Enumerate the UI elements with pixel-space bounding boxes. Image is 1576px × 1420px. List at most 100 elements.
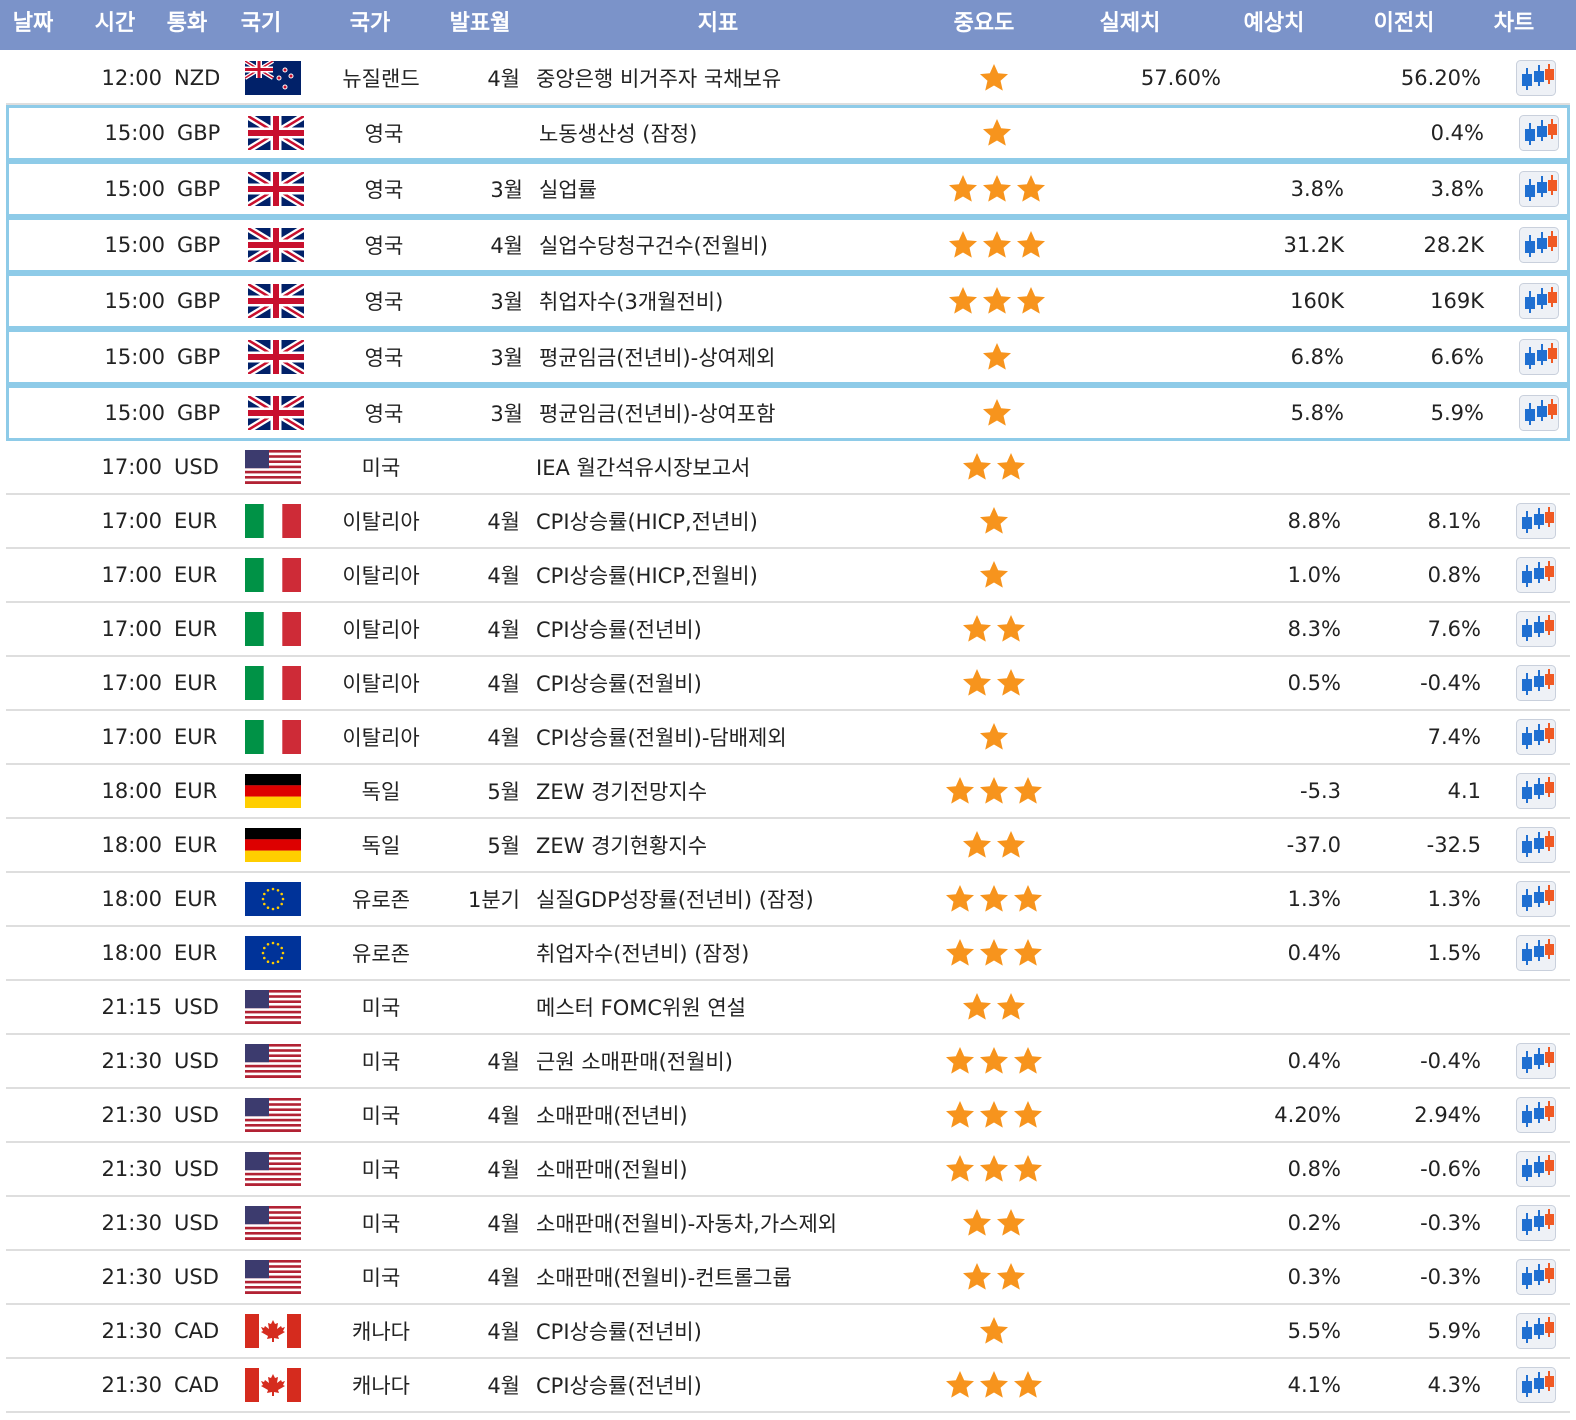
chart-icon[interactable] — [1516, 1097, 1556, 1133]
star-icon — [1012, 1099, 1044, 1131]
month-cell: 4월 — [487, 1158, 520, 1182]
table-row[interactable]: 17:00 EUR 이탈리아 4월 CPI상승률(HICP,전월비) 1.0% 0.8% — [6, 549, 1570, 603]
currency-cell: GBP — [177, 345, 221, 369]
chart-icon[interactable] — [1519, 395, 1559, 431]
chart-icon[interactable] — [1516, 1043, 1556, 1079]
star-icon — [978, 1153, 1010, 1185]
chart-icon[interactable] — [1519, 227, 1559, 263]
chart-icon[interactable] — [1516, 1205, 1556, 1241]
chart-icon[interactable] — [1516, 60, 1556, 96]
chart-icon[interactable] — [1516, 935, 1556, 971]
star-icon — [995, 613, 1027, 645]
table-row[interactable]: 21:30 USD 미국 4월 소매판매(전월비)-컨트롤그룹 0.3% -0.3% — [6, 1251, 1570, 1305]
table-row[interactable]: 21:30 USD 미국 4월 소매판매(전년비) 4.20% 2.94% — [6, 1089, 1570, 1143]
forecast-cell: 8.8% — [1287, 509, 1341, 533]
chart-icon[interactable] — [1516, 881, 1556, 917]
table-row[interactable]: 15:00 GBP 영국 4월 실업수당청구건수(전월비) 31.2K 28.2K — [6, 217, 1570, 273]
chart-icon[interactable] — [1516, 1259, 1556, 1295]
table-row[interactable]: 21:30 USD 미국 4월 소매판매(전월비) 0.8% -0.6% — [6, 1143, 1570, 1197]
table-row[interactable]: 12:00 NZD 뉴질랜드 4월 중앙은행 비거주자 국채보유 57.60% 56.20% — [6, 52, 1570, 105]
chart-cell — [1517, 332, 1561, 382]
previous-cell: 4.3% — [1427, 1373, 1481, 1397]
time-cell: 21:15 — [101, 995, 162, 1019]
chart-cell — [1514, 819, 1558, 871]
chart-icon[interactable] — [1519, 283, 1559, 319]
currency-cell: EUR — [174, 509, 218, 533]
table-row[interactable]: 18:00 EUR 유로존 취업자수(전년비) (잠정) 0.4% 1.5% — [6, 927, 1570, 981]
chart-icon[interactable] — [1516, 773, 1556, 809]
table-row[interactable]: 17:00 EUR 이탈리아 4월 CPI상승률(HICP,전년비) 8.8% 8.1% — [6, 495, 1570, 549]
chart-cell — [1514, 1359, 1558, 1411]
month-cell: 4월 — [487, 1104, 520, 1128]
table-row[interactable]: 18:00 EUR 독일 5월 ZEW 경기현황지수 -37.0 -32.5 — [6, 819, 1570, 873]
chart-cell — [1517, 388, 1561, 438]
table-row[interactable]: 15:00 GBP 영국 노동생산성 (잠정) 0.4% — [6, 105, 1570, 161]
col-actual[interactable]: 실제치 — [1072, 0, 1188, 50]
star-icon — [947, 229, 979, 261]
col-chart[interactable]: 차트 — [1474, 0, 1554, 50]
table-row[interactable]: 15:00 GBP 영국 3월 평균임금(전년비)-상여제외 6.8% 6.6% — [6, 329, 1570, 385]
col-currency[interactable]: 통화 — [152, 0, 222, 50]
col-country[interactable]: 국가 — [320, 0, 420, 50]
previous-cell: 28.2K — [1423, 233, 1484, 257]
flag-cell — [247, 388, 305, 438]
indicator-cell: 노동생산성 (잠정) — [539, 122, 698, 146]
indicator-cell: 근원 소매판매(전월비) — [536, 1050, 733, 1074]
time-cell: 15:00 — [104, 121, 165, 145]
table-row[interactable]: 15:00 GBP 영국 3월 취업자수(3개월전비) 160K 169K — [6, 273, 1570, 329]
month-cell: 5월 — [487, 834, 520, 858]
col-time[interactable]: 시간 — [80, 0, 150, 50]
flag-cell — [244, 657, 302, 709]
flag-cell — [247, 164, 305, 214]
month-cell — [452, 927, 520, 979]
table-row[interactable]: 18:00 EUR 유로존 1분기 실질GDP성장률(전년비) (잠정) 1.3% 1.3% — [6, 873, 1570, 927]
time-cell: 21:30 — [101, 1049, 162, 1073]
indicator-cell: 소매판매(전월비)-자동차,가스제외 — [536, 1212, 838, 1236]
col-flag[interactable]: 국기 — [226, 0, 296, 50]
table-row[interactable]: 17:00 USD 미국 IEA 월간석유시장보고서 — [6, 441, 1570, 495]
chart-icon[interactable] — [1516, 503, 1556, 539]
table-row[interactable]: 21:30 CAD 캐나다 4월 CPI상승률(전년비) 4.1% 4.3% — [6, 1359, 1570, 1413]
forecast-cell — [1209, 108, 1344, 158]
table-row[interactable]: 21:30 CAD 캐나다 4월 CPI상승률(전년비) 5.5% 5.9% — [6, 1305, 1570, 1359]
chart-icon[interactable] — [1519, 115, 1559, 151]
table-row[interactable]: 17:00 EUR 이탈리아 4월 CPI상승률(전년비) 8.3% 7.6% — [6, 603, 1570, 657]
flag-cell — [244, 549, 302, 601]
chart-icon[interactable] — [1519, 339, 1559, 375]
table-row[interactable]: 17:00 EUR 이탈리아 4월 CPI상승률(전월비) 0.5% -0.4% — [6, 657, 1570, 711]
chart-icon[interactable] — [1516, 1367, 1556, 1403]
country-cell: 영국 — [364, 122, 404, 146]
forecast-cell: 3.8% — [1290, 177, 1344, 201]
flag-cell — [244, 927, 302, 979]
chart-icon[interactable] — [1516, 611, 1556, 647]
table-row[interactable]: 15:00 GBP 영국 3월 평균임금(전년비)-상여포함 5.8% 5.9% — [6, 385, 1570, 441]
time-cell: 12:00 — [101, 65, 162, 90]
chart-icon[interactable] — [1516, 1313, 1556, 1349]
importance-cell — [906, 441, 1081, 493]
col-previous[interactable]: 이전치 — [1346, 0, 1462, 50]
chart-icon[interactable] — [1516, 1151, 1556, 1187]
chart-icon[interactable] — [1516, 665, 1556, 701]
col-forecast[interactable]: 예상치 — [1216, 0, 1332, 50]
table-row[interactable]: 15:00 GBP 영국 3월 실업률 3.8% 3.8% — [6, 161, 1570, 217]
chart-icon[interactable] — [1516, 719, 1556, 755]
forecast-cell: -5.3 — [1300, 779, 1341, 803]
chart-icon[interactable] — [1516, 827, 1556, 863]
star-icon — [961, 1207, 993, 1239]
table-row[interactable]: 21:30 USD 미국 4월 소매판매(전월비)-자동차,가스제외 0.2% -0.3% — [6, 1197, 1570, 1251]
col-indicator[interactable]: 지표 — [660, 0, 776, 50]
col-month[interactable]: 발표월 — [430, 0, 530, 50]
col-importance[interactable]: 중요도 — [926, 0, 1042, 50]
forecast-cell: 0.8% — [1287, 1157, 1341, 1181]
star-icon — [978, 1045, 1010, 1077]
table-row[interactable]: 18:00 EUR 독일 5월 ZEW 경기전망지수 -5.3 4.1 — [6, 765, 1570, 819]
table-row[interactable]: 21:15 USD 미국 메스터 FOMC위원 연설 — [6, 981, 1570, 1035]
indicator-cell: 취업자수(3개월전비) — [539, 290, 724, 314]
forecast-cell: 1.0% — [1287, 563, 1341, 587]
star-icon — [995, 1207, 1027, 1239]
chart-icon[interactable] — [1516, 557, 1556, 593]
table-row[interactable]: 17:00 EUR 이탈리아 4월 CPI상승률(전월비)-담배제외 7.4% — [6, 711, 1570, 765]
table-row[interactable]: 21:30 USD 미국 4월 근원 소매판매(전월비) 0.4% -0.4% — [6, 1035, 1570, 1089]
chart-icon[interactable] — [1519, 171, 1559, 207]
col-date[interactable]: 날짜 — [0, 0, 66, 50]
